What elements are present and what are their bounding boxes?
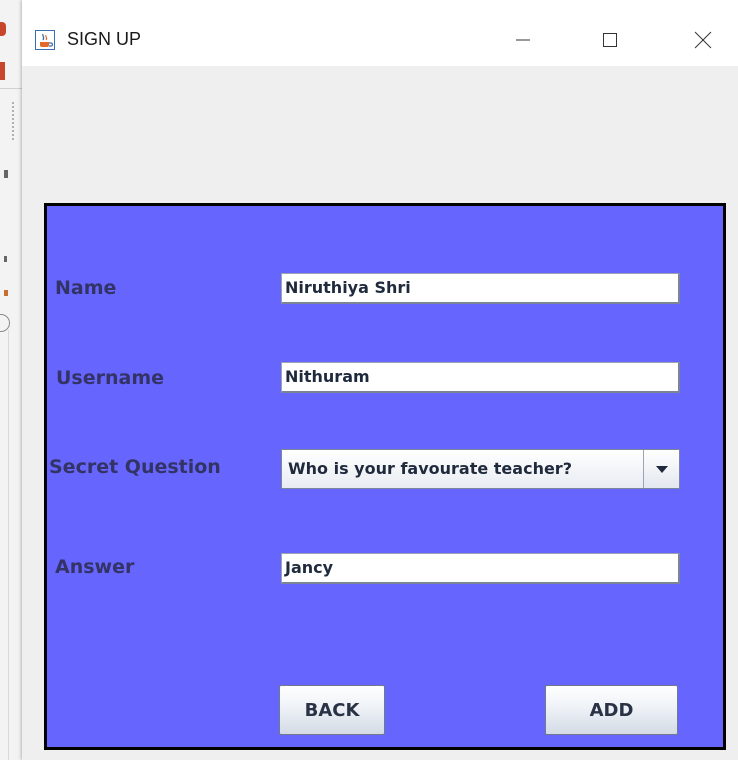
name-label: Name [55, 277, 117, 299]
maximize-button[interactable] [587, 18, 633, 62]
background-divider [0, 88, 22, 89]
background-logo-fragment [0, 22, 6, 36]
secret-question-label: Secret Question [49, 456, 221, 478]
title-bar[interactable]: SIGN UP [22, 0, 738, 66]
dropdown-arrow-button[interactable] [643, 450, 679, 488]
secret-question-selected-value: Who is your favourate teacher? [288, 459, 572, 478]
back-button[interactable]: BACK [279, 685, 385, 735]
minimize-icon [516, 39, 530, 41]
background-grip-handle [12, 102, 16, 140]
add-button[interactable]: ADD [545, 685, 678, 735]
background-app-edge [0, 0, 22, 760]
close-button[interactable] [680, 18, 726, 62]
answer-label: Answer [55, 556, 135, 578]
background-divider [8, 330, 9, 760]
background-marker [4, 290, 8, 296]
window-title: SIGN UP [67, 29, 142, 49]
background-marker [4, 256, 7, 262]
background-marker [4, 170, 8, 178]
triangle-down-icon [655, 466, 668, 473]
signup-form-panel: Name Niruthiya Shri Username Nithuram Se… [44, 203, 726, 750]
java-cup-icon [35, 30, 55, 50]
close-icon [694, 31, 712, 49]
background-marker [0, 62, 5, 80]
username-label: Username [56, 367, 165, 389]
username-field[interactable]: Nithuram [281, 362, 680, 393]
signup-window: SIGN UP Name Niruthiya Shri Username Nit… [22, 0, 738, 760]
secret-question-select[interactable]: Who is your favourate teacher? [281, 449, 680, 489]
maximize-icon [603, 33, 617, 47]
answer-field[interactable]: Jancy [281, 553, 680, 584]
minimize-button[interactable] [500, 18, 546, 62]
name-field[interactable]: Niruthiya Shri [281, 273, 680, 304]
